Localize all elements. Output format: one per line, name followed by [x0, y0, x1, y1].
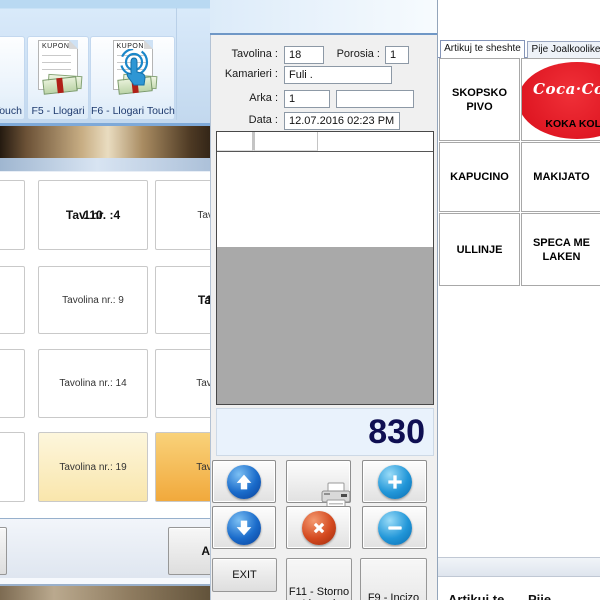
data-label: Data : [206, 114, 278, 126]
order-total: 830 [216, 408, 434, 456]
order-window-top-band [210, 0, 437, 33]
toolbar-button-f5-llogari[interactable]: KUPON F5 - Llogari [27, 36, 89, 120]
tab-artikuj-te-sheshte[interactable]: Artikuj te sheshte [440, 40, 525, 58]
table-empty-area [217, 247, 433, 404]
tavolina-field[interactable]: 18 [284, 46, 324, 64]
partial-section-label: Artikuj te [448, 592, 504, 600]
panel-divider [438, 557, 600, 577]
move-up-button[interactable] [212, 460, 276, 503]
order-items-table[interactable]: Sifra Emri Sasia Cmimi 000102 SP.SEL.RIZ… [216, 131, 434, 405]
porosia-label: Porosia : [326, 48, 380, 60]
arka-secondary-field[interactable] [336, 90, 414, 108]
arka-field[interactable]: 1 [284, 90, 330, 108]
product-button-koka-kola[interactable]: Coca·Cola KOKA KOLA [521, 58, 600, 141]
coca-cola-logo: Coca·Cola KOKA KOLA [521, 62, 600, 139]
product-button-ullinje[interactable]: ULLINJE [439, 213, 520, 286]
incizo-button[interactable]: F9 - Incizo [360, 558, 427, 600]
storno-button-label: F11 - Storno [289, 586, 349, 598]
add-item-button[interactable] [362, 460, 427, 503]
product-label: SPECA ME LAKEN [532, 236, 592, 264]
remove-item-button[interactable] [362, 506, 427, 549]
product-button-skopsko-pivo[interactable]: SKOPSKO PIVO [439, 58, 520, 141]
kupon-doc-title: KUPON [42, 43, 69, 50]
doc-line [42, 55, 71, 56]
tab-pije-joalkoolike[interactable]: Pije Joalkoolike [527, 41, 600, 59]
table-button[interactable] [0, 349, 25, 418]
plus-icon [378, 465, 412, 499]
product-label: SKOPSKO PIVO [440, 86, 519, 114]
incizo-button-label: F9 - Incizo [368, 592, 419, 600]
arka-label: Arka : [206, 92, 278, 104]
product-label: KAPUCINO [450, 170, 509, 184]
kamarieri-label: Kamarieri : [206, 68, 278, 80]
toolbar-button-f6-llogari-touch[interactable]: KUPON F6 - Llogari Touch [90, 36, 175, 120]
page-fold [69, 40, 78, 49]
table-button-amount: 110 [83, 208, 102, 222]
cancel-button[interactable] [286, 506, 351, 549]
data-field[interactable]: 12.07.2016 02:23 PM [284, 112, 400, 130]
tavolina-label: Tavolina : [206, 48, 278, 60]
table-button-tav-19[interactable]: Tavolina nr.: 19 [38, 432, 148, 502]
table-button-label: Tavolina nr.: 9 [62, 295, 124, 306]
product-button-makijato[interactable]: MAKIJATO [521, 142, 600, 212]
products-panel: Artikuj te sheshte Pije Joalkoolike SKOP… [437, 0, 600, 600]
toolbar-button-label: Touch [0, 105, 24, 117]
toolbar-button-label: F5 - Llogari [28, 105, 88, 117]
exit-button[interactable]: EXIT [212, 558, 277, 592]
table-button-tav-9[interactable]: Tavolina nr.: 9 [38, 266, 148, 334]
table-button[interactable] [0, 266, 25, 334]
move-down-button[interactable] [212, 506, 276, 549]
product-label: ULLINJE [457, 243, 503, 257]
order-window-top-line [210, 33, 437, 35]
doc-line [42, 69, 71, 70]
table-button[interactable] [0, 180, 25, 250]
bottom-bar-button[interactable] [0, 527, 7, 575]
toolbar-button-label: F6 - Llogari Touch [91, 105, 174, 117]
touch-icon [116, 49, 152, 89]
money-icon [42, 76, 77, 94]
page-fold [144, 40, 153, 49]
cell-empty [217, 132, 221, 151]
table-button-label: Tavolina nr.: 19 [59, 462, 126, 473]
table-row-empty [217, 132, 433, 151]
partial-section-label: Pije [528, 592, 551, 600]
ribbon-separator [176, 8, 177, 120]
down-arrow-icon [227, 511, 261, 545]
toolbar-button-partial[interactable]: Touch [0, 36, 25, 120]
pos-screen: Touch KUPON F5 - Llogari KUPON [0, 0, 600, 600]
kamarieri-field[interactable]: Fuli . [284, 66, 392, 84]
porosia-field[interactable]: 1 [385, 46, 409, 64]
kupon-doc-icon: KUPON [113, 40, 153, 90]
minus-icon [378, 511, 412, 545]
product-button-speca-me-laken[interactable]: SPECA ME LAKEN [521, 213, 600, 286]
table-button-label: Tavolina nr.: 14 [59, 378, 126, 389]
product-label: KOKA KOLA [521, 117, 600, 131]
cancel-x-icon [302, 511, 336, 545]
table-button-tav-14[interactable]: Tavolina nr.: 14 [38, 349, 148, 418]
kupon-doc-icon: KUPON [38, 40, 78, 90]
product-label: MAKIJATO [533, 170, 589, 184]
up-arrow-icon [227, 465, 261, 499]
cell-empty [217, 132, 253, 151]
doc-line [42, 62, 71, 63]
product-button-kapucino[interactable]: KAPUCINO [439, 142, 520, 212]
exit-button-label: EXIT [232, 569, 256, 581]
window-toolbar-strip [0, 158, 216, 172]
photo-banner [0, 126, 216, 158]
storno-button[interactable]: F11 - Storno Llogari [286, 558, 352, 600]
table-button-tav-4[interactable]: Tav. nr. :4 110 [38, 180, 148, 250]
table-button[interactable] [0, 432, 25, 502]
footer-strip [0, 586, 216, 600]
print-button[interactable] [286, 460, 351, 503]
coca-cola-script: Coca·Cola [521, 82, 600, 96]
